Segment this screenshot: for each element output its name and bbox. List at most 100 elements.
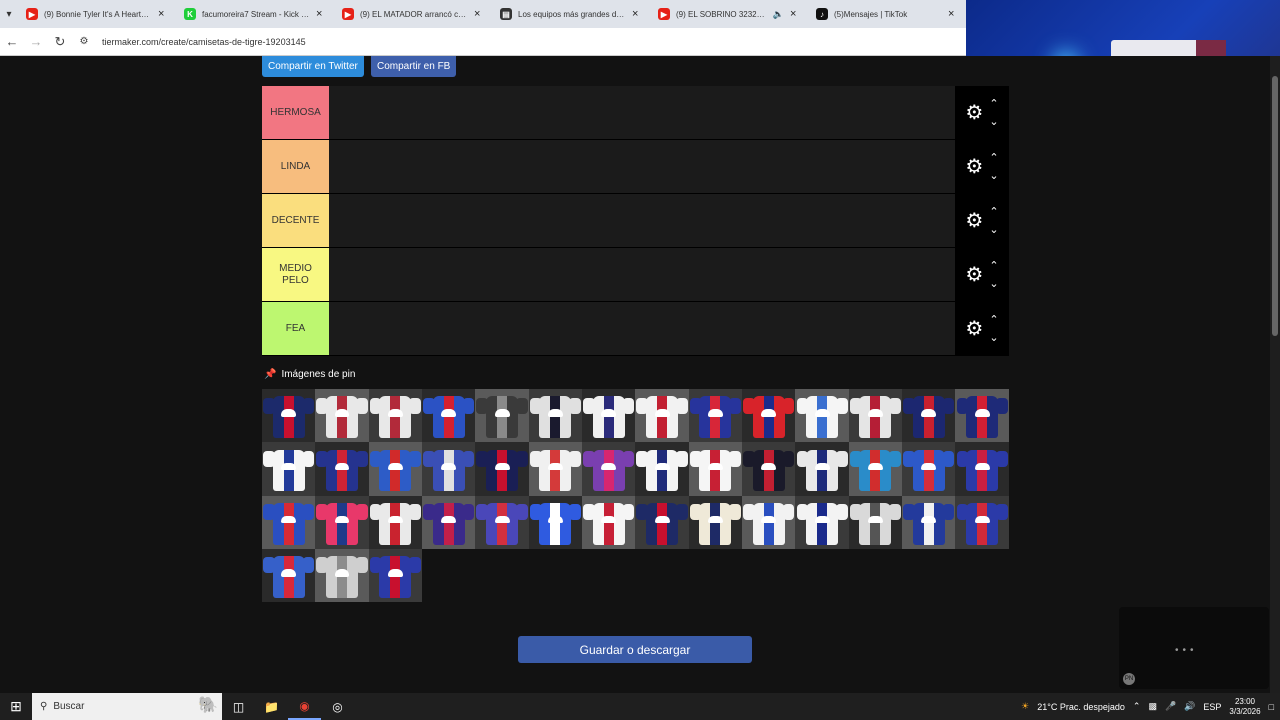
jersey-image[interactable] [848, 495, 903, 549]
back-arrow-icon[interactable]: ← [0, 28, 24, 56]
microphone-icon[interactable]: 🎤 [1165, 701, 1176, 712]
jersey-image[interactable] [848, 389, 903, 443]
url-field[interactable]: tiermaker.com/create/camisetas-de-tigre-… [102, 37, 306, 47]
tier-label[interactable]: HERMOSA [262, 86, 329, 139]
close-tab-icon[interactable]: × [632, 8, 642, 20]
scrollbar-thumb[interactable] [1272, 76, 1278, 336]
tab-audio-icon[interactable]: 🔈 [773, 9, 784, 20]
weather-text[interactable]: 21°C Prac. despejado [1037, 702, 1125, 712]
jersey-image[interactable] [262, 442, 316, 496]
chevron-down-icon[interactable]: ⌄ [989, 275, 998, 293]
chevron-up-icon[interactable]: ⌃ [989, 149, 998, 167]
browser-tab[interactable]: ▤ Los equipos más grandes del fú × [492, 0, 650, 28]
jersey-image[interactable] [955, 442, 1009, 496]
tier-drop-zone[interactable] [329, 86, 955, 139]
tier-label[interactable]: LINDA [262, 140, 329, 193]
jersey-image[interactable] [422, 442, 476, 496]
page-scrollbar[interactable] [1270, 56, 1280, 693]
reload-icon[interactable]: ↻ [48, 28, 72, 56]
jersey-image[interactable] [315, 389, 369, 443]
volume-icon[interactable]: 🔊 [1184, 701, 1195, 712]
browser-tab[interactable]: ♪ (5)Mensajes | TikTok × [808, 0, 966, 28]
share-twitter-button[interactable]: Compartir en Twitter [262, 56, 364, 77]
tier-drop-zone[interactable] [329, 194, 955, 247]
jersey-image[interactable] [582, 389, 636, 443]
jersey-image[interactable] [262, 389, 316, 443]
jersey-image[interactable] [475, 442, 529, 496]
jersey-image[interactable] [422, 389, 476, 443]
jersey-image[interactable] [368, 548, 423, 603]
jersey-image[interactable] [902, 389, 956, 443]
chevron-down-icon[interactable]: ⌄ [989, 167, 998, 185]
jersey-image[interactable] [635, 495, 689, 549]
jersey-image[interactable] [795, 495, 849, 549]
jersey-image[interactable] [582, 442, 636, 496]
share-facebook-button[interactable]: Compartir en FB [371, 56, 457, 77]
gear-icon[interactable]: ⚙ [965, 262, 983, 287]
forward-arrow-icon[interactable]: → [24, 28, 48, 56]
tier-label[interactable]: FEA [262, 302, 329, 355]
jersey-image[interactable] [315, 442, 369, 496]
jersey-image[interactable] [262, 548, 316, 603]
gear-icon[interactable]: ⚙ [965, 100, 983, 125]
save-download-button[interactable]: Guardar o descargar [518, 636, 752, 663]
file-explorer-icon[interactable]: 📁 [255, 693, 288, 720]
jersey-image[interactable] [368, 442, 423, 496]
close-tab-icon[interactable]: × [948, 8, 958, 20]
notifications-icon[interactable]: □ [1269, 702, 1274, 712]
tab-search-chevron-icon[interactable]: ▾ [0, 0, 18, 28]
jersey-image[interactable] [742, 495, 796, 549]
tier-drop-zone[interactable] [329, 248, 955, 301]
jersey-image[interactable] [955, 495, 1009, 549]
task-view-icon[interactable]: ◫ [222, 693, 255, 720]
jersey-image[interactable] [902, 442, 956, 496]
taskbar-search-box[interactable]: ⚲ Buscar 🐘 [32, 693, 222, 720]
browser-tab[interactable]: ▶ (9) EL SOBRINO 3232 - INTE 🔈 × [650, 0, 808, 28]
browser-tab[interactable]: ▶ (9) EL MATADOR arrancó con d × [334, 0, 492, 28]
jersey-image[interactable] [688, 442, 743, 496]
chevron-down-icon[interactable]: ⌄ [989, 221, 998, 239]
tier-drop-zone[interactable] [329, 140, 955, 193]
chevron-up-icon[interactable]: ⌃ [989, 203, 998, 221]
site-info-icon[interactable]: ⚙ [72, 28, 96, 56]
obs-icon[interactable]: ◎ [321, 693, 354, 720]
chevron-down-icon[interactable]: ⌄ [989, 329, 998, 347]
tier-drop-zone[interactable] [329, 302, 955, 355]
chevron-up-icon[interactable]: ⌃ [989, 311, 998, 329]
jersey-image[interactable] [635, 442, 689, 496]
jersey-image[interactable] [688, 495, 743, 549]
chevron-down-icon[interactable]: ⌄ [989, 113, 998, 131]
show-hidden-icons-icon[interactable]: ⌃ [1133, 701, 1141, 712]
jersey-image[interactable] [742, 442, 796, 496]
jersey-image[interactable] [475, 389, 529, 443]
jersey-image[interactable] [582, 495, 636, 549]
jersey-image[interactable] [475, 495, 529, 549]
windows-start-icon[interactable]: ⊞ [0, 693, 32, 720]
more-dots-icon[interactable]: ••• [1175, 645, 1198, 656]
jersey-image[interactable] [795, 389, 849, 443]
jersey-image[interactable] [528, 495, 583, 549]
jersey-image[interactable] [368, 495, 423, 549]
network-icon[interactable]: ▩ [1148, 701, 1157, 712]
jersey-image[interactable] [422, 495, 476, 549]
tier-label[interactable]: MEDIO PELO [262, 248, 329, 301]
jersey-image[interactable] [528, 389, 583, 443]
chevron-up-icon[interactable]: ⌃ [989, 95, 998, 113]
jersey-image[interactable] [635, 389, 689, 443]
clock[interactable]: 23:00 3/3/2026 [1229, 697, 1260, 717]
jersey-image[interactable] [262, 495, 316, 549]
jersey-image[interactable] [368, 389, 423, 443]
gear-icon[interactable]: ⚙ [965, 208, 983, 233]
jersey-image[interactable] [528, 442, 583, 496]
chevron-up-icon[interactable]: ⌃ [989, 257, 998, 275]
jersey-image[interactable] [315, 495, 369, 549]
close-tab-icon[interactable]: × [158, 8, 168, 20]
jersey-image[interactable] [795, 442, 849, 496]
jersey-image[interactable] [955, 389, 1009, 443]
close-tab-icon[interactable]: × [474, 8, 484, 20]
close-tab-icon[interactable]: × [316, 8, 326, 20]
gear-icon[interactable]: ⚙ [965, 316, 983, 341]
browser-tab[interactable]: ▶ (9) Bonnie Tyler It's A Heartache × [18, 0, 176, 28]
close-tab-icon[interactable]: × [790, 8, 800, 20]
jersey-image[interactable] [902, 495, 956, 549]
